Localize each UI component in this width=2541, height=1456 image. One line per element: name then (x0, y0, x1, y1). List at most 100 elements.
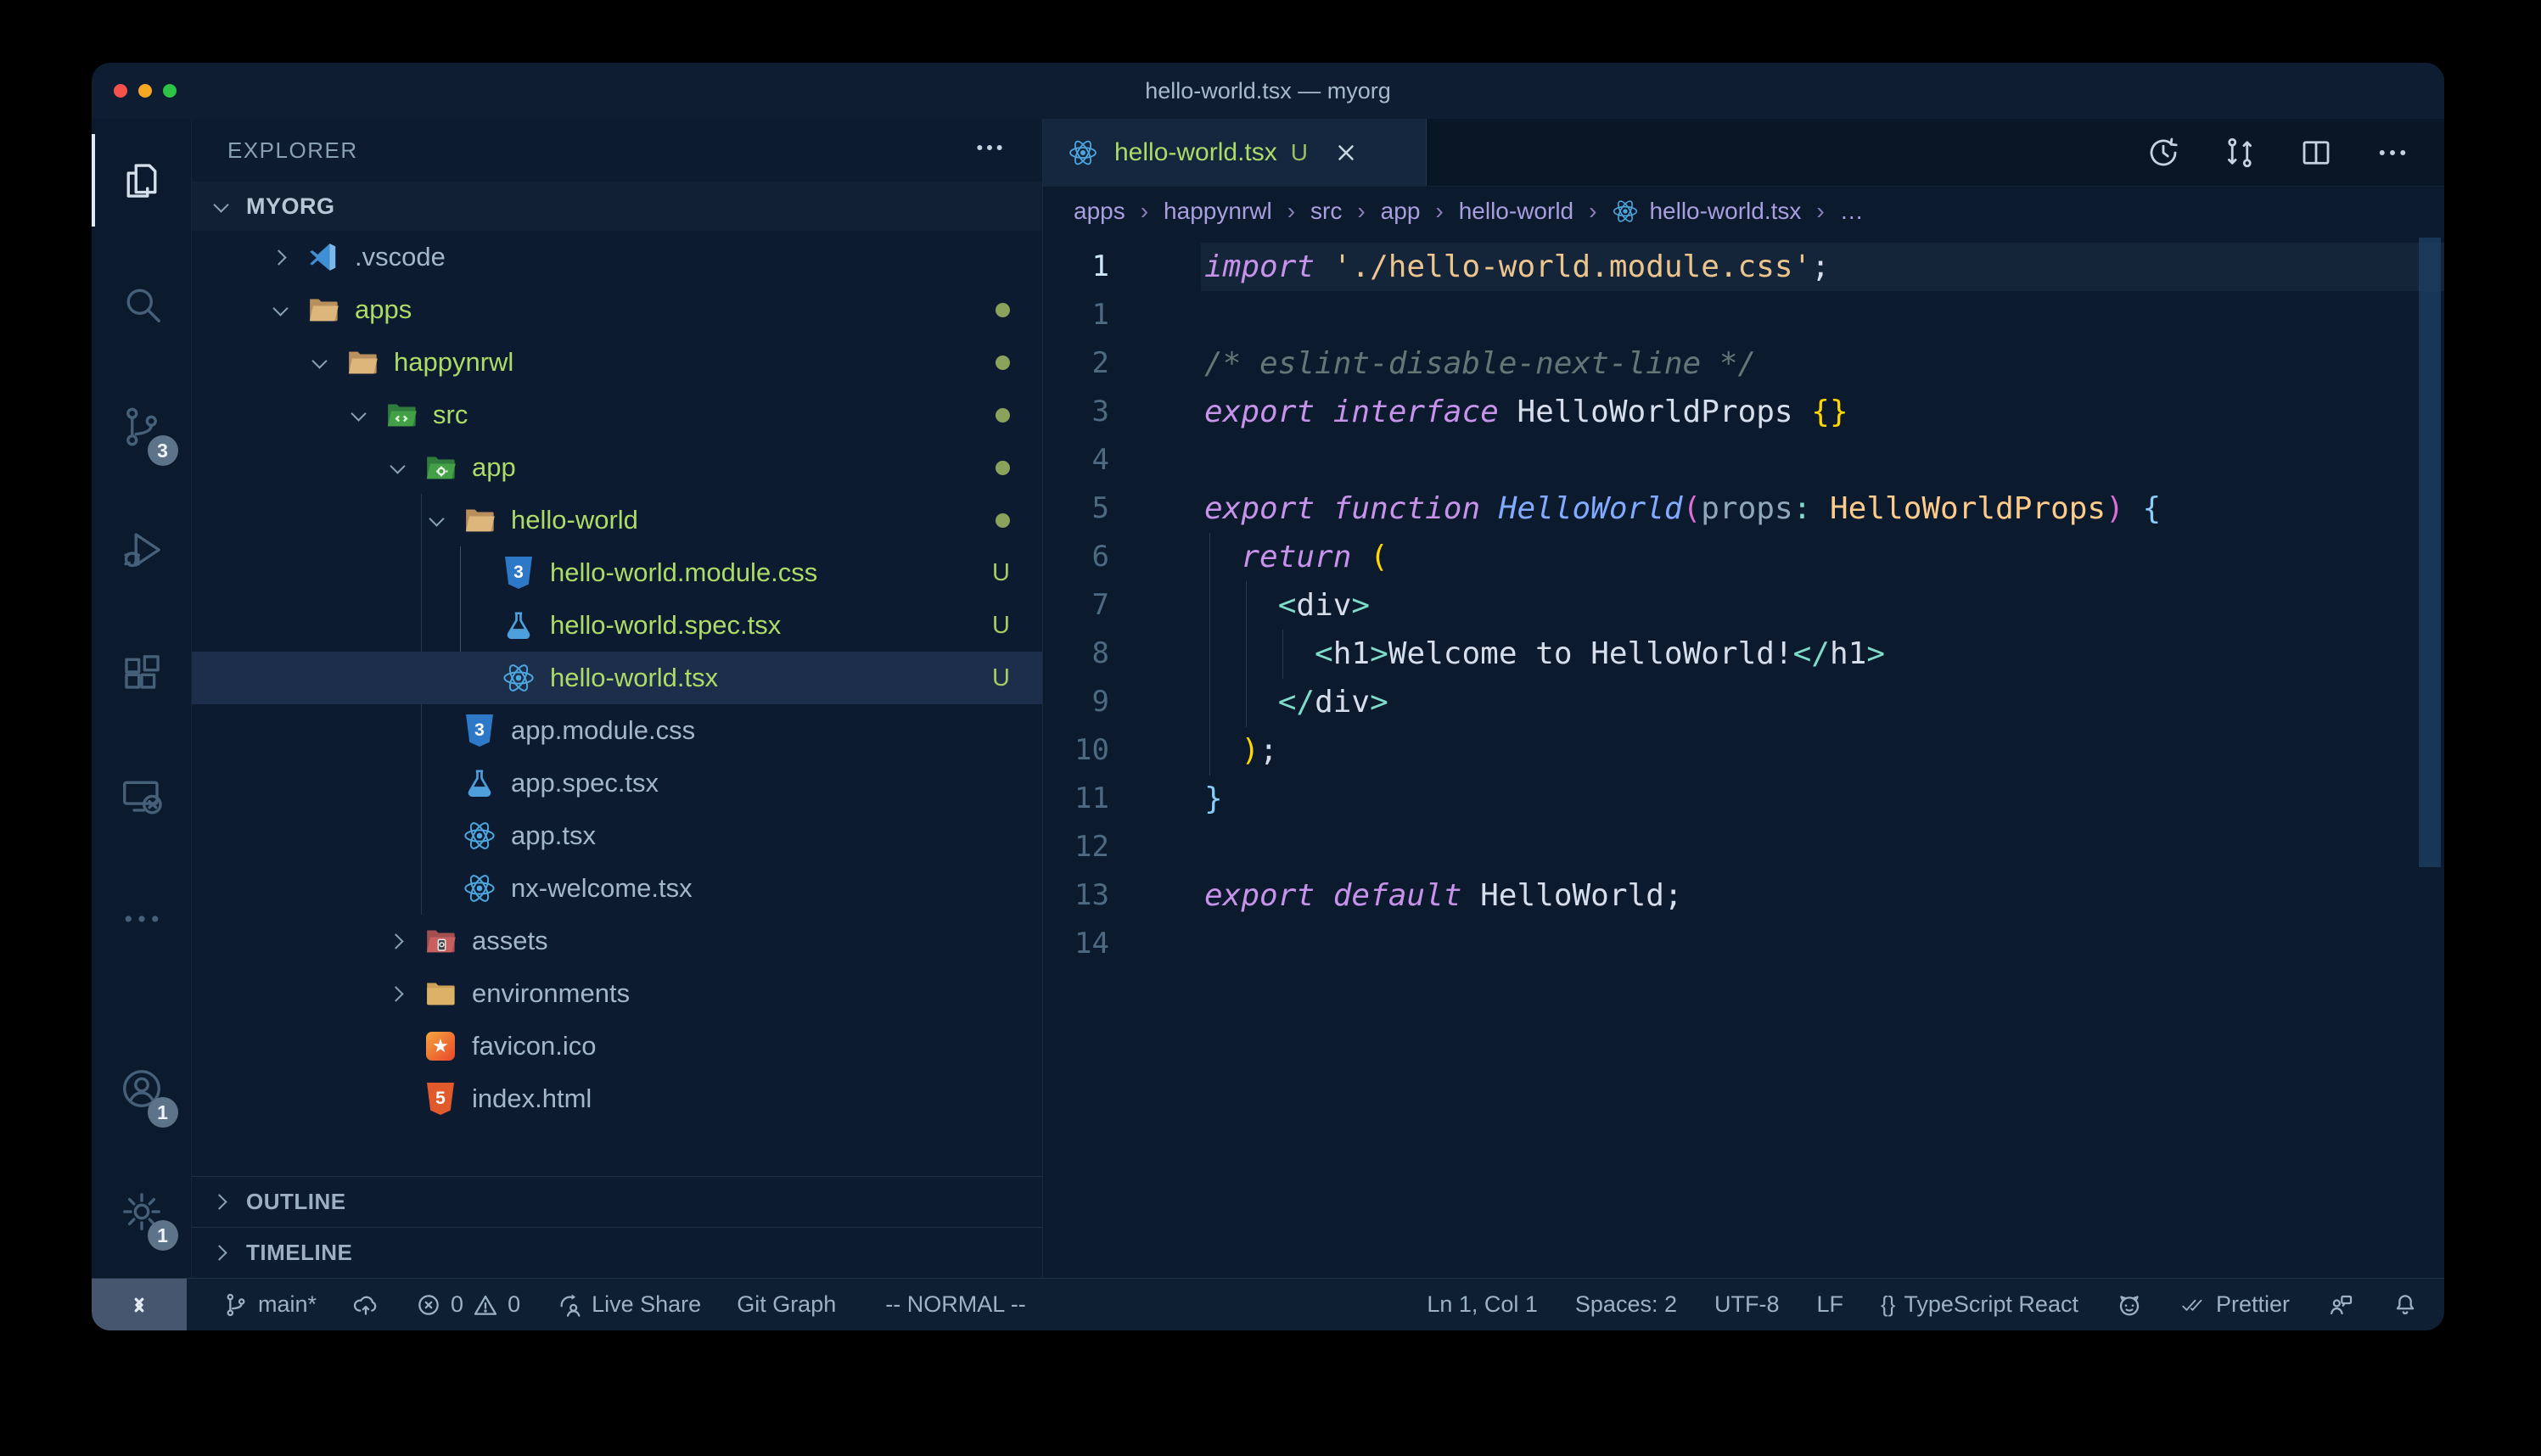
tree-item-app-module-css[interactable]: 3 app.module.css (192, 704, 1042, 757)
close-tab-button[interactable] (1333, 140, 1359, 165)
tree-item-label: hello-world (511, 505, 638, 535)
git-modified-dot-badge (996, 303, 1010, 317)
git-modified-dot-badge (996, 513, 1010, 528)
tree-item-src-folder[interactable]: src (192, 389, 1042, 441)
code-line[interactable]: 9 </div> (1043, 678, 2444, 726)
activity-remote-explorer[interactable] (92, 734, 192, 857)
code-line[interactable]: 5export function HelloWorld(props: Hello… (1043, 484, 2444, 533)
activity-more[interactable] (92, 857, 192, 980)
notifications-button[interactable] (2392, 1291, 2419, 1319)
zoom-window-button[interactable] (163, 84, 177, 98)
remote-indicator[interactable] (92, 1279, 187, 1330)
code-line[interactable]: 4 (1043, 436, 2444, 484)
code-line[interactable]: 12 (1043, 823, 2444, 871)
react-file-icon (462, 871, 497, 906)
code-line[interactable]: 10 ); (1043, 726, 2444, 775)
breadcrumb-item[interactable]: app (1381, 198, 1459, 225)
close-window-button[interactable] (114, 84, 127, 98)
activity-extensions[interactable] (92, 611, 192, 734)
tree-item-hello-world-folder[interactable]: hello-world (192, 494, 1042, 546)
outline-section-header[interactable]: OUTLINE (192, 1176, 1042, 1227)
activity-run-debug[interactable] (92, 488, 192, 611)
tree-item-app-folder[interactable]: app (192, 441, 1042, 494)
github-status[interactable] (2116, 1291, 2143, 1319)
breadcrumb-item[interactable]: src (1310, 198, 1381, 225)
timeline-section-header[interactable]: TIMELINE (192, 1227, 1042, 1278)
cursor-position[interactable]: Ln 1, Col 1 (1427, 1291, 1538, 1318)
tree-item-nx-welcome-tsx[interactable]: nx-welcome.tsx (192, 862, 1042, 915)
close-icon (1333, 140, 1359, 165)
problems-status[interactable]: 0 0 (415, 1291, 520, 1319)
breadcrumb-item[interactable]: hello-world.tsx (1649, 198, 1839, 225)
minimize-window-button[interactable] (138, 84, 152, 98)
code-text: export default HelloWorld; (1204, 871, 1683, 920)
more-actions-icon[interactable] (2375, 135, 2410, 171)
react-file-icon (1065, 135, 1101, 171)
code-text: <div> (1204, 581, 1370, 630)
git-branch-status[interactable]: main* (222, 1291, 317, 1319)
tree-item-app-spec-tsx[interactable]: app.spec.tsx (192, 757, 1042, 809)
activity-search[interactable] (92, 242, 192, 365)
live-share-button[interactable]: Live Share (556, 1291, 701, 1319)
code-line[interactable]: 6 return ( (1043, 533, 2444, 581)
feedback-button[interactable] (2327, 1291, 2354, 1319)
title-bar: hello-world.tsx — myorg (92, 63, 2444, 119)
split-editor-icon[interactable] (2298, 135, 2334, 171)
breadcrumb-item[interactable]: apps (1074, 198, 1164, 225)
workspace-root-label: MYORG (246, 193, 335, 220)
chevron-right-icon (389, 988, 423, 1000)
code-line[interactable]: 14 (1043, 920, 2444, 968)
branch-label: main* (258, 1291, 317, 1318)
tree-item-vscode-folder[interactable]: .vscode (192, 231, 1042, 283)
activity-source-control[interactable]: 3 (92, 365, 192, 488)
explorer-more-actions-button[interactable] (973, 131, 1007, 171)
tree-item-happynrwl-folder[interactable]: happynrwl (192, 336, 1042, 389)
code-line[interactable]: 11} (1043, 775, 2444, 823)
line-number: 6 (1043, 533, 1204, 581)
tree-item-app-tsx[interactable]: app.tsx (192, 809, 1042, 862)
open-changes-icon[interactable] (2222, 135, 2258, 171)
vscode-folder-icon (306, 239, 341, 275)
git-graph-button[interactable]: Git Graph (737, 1291, 836, 1318)
code-line[interactable]: 13export default HelloWorld; (1043, 871, 2444, 920)
code-line[interactable]: 7 <div> (1043, 581, 2444, 630)
breadcrumb-item[interactable]: hello-world (1459, 198, 1613, 225)
sync-changes-button[interactable] (352, 1291, 379, 1319)
timeline-history-icon[interactable] (2146, 135, 2181, 171)
git-modified-dot-badge (996, 408, 1010, 423)
tree-item-assets-folder[interactable]: assets (192, 915, 1042, 967)
prettier-status[interactable]: Prettier (2180, 1291, 2290, 1319)
language-mode[interactable]: {} TypeScript React (1881, 1291, 2078, 1318)
code-line[interactable]: 1 (1043, 291, 2444, 339)
tab-hello-world-tsx[interactable]: hello-world.tsx U (1043, 119, 1427, 186)
code-line[interactable]: 2/* eslint-disable-next-line */ (1043, 339, 2444, 388)
breadcrumb-item[interactable]: happynrwl (1164, 198, 1310, 225)
braces-icon: {} (1881, 1291, 1895, 1318)
eol-setting[interactable]: LF (1816, 1291, 1843, 1318)
tree-item-apps-folder[interactable]: apps (192, 283, 1042, 336)
activity-accounts[interactable]: 1 (92, 1027, 192, 1150)
indentation-setting[interactable]: Spaces: 2 (1575, 1291, 1677, 1318)
tree-item-label: nx-welcome.tsx (511, 873, 693, 904)
code-line[interactable]: 8 <h1>Welcome to HelloWorld!</h1> (1043, 630, 2444, 678)
encoding-setting[interactable]: UTF-8 (1714, 1291, 1780, 1318)
code-line[interactable]: 1import './hello-world.module.css'; (1043, 243, 2444, 291)
vim-mode-indicator[interactable]: -- NORMAL -- (885, 1291, 1025, 1318)
editor-group: hello-world.tsx U apps happynrwl src (1042, 119, 2444, 1278)
tree-item-index-html[interactable]: 5 index.html (192, 1072, 1042, 1125)
breadcrumb-item[interactable]: … (1840, 198, 1864, 225)
workspace-root-myorg[interactable]: MYORG (192, 182, 1042, 231)
bracket-guide (1282, 630, 1283, 679)
tree-item-hello-world-module-css[interactable]: 3 hello-world.module.css U (192, 546, 1042, 599)
tree-item-environments-folder[interactable]: environments (192, 967, 1042, 1020)
tree-item-hello-world-tsx[interactable]: hello-world.tsx U (192, 652, 1042, 704)
tree-item-label: app.tsx (511, 820, 596, 851)
favicon-icon (423, 1028, 458, 1064)
activity-explorer[interactable] (92, 119, 192, 242)
activity-settings[interactable]: 1 (92, 1150, 192, 1273)
tree-item-favicon-ico[interactable]: favicon.ico (192, 1020, 1042, 1072)
code-editor[interactable]: 1import './hello-world.module.css';12/* … (1043, 236, 2444, 1278)
editor-scrollbar[interactable] (2419, 238, 2441, 867)
code-line[interactable]: 3export interface HelloWorldProps {} (1043, 388, 2444, 436)
tree-item-hello-world-spec-tsx[interactable]: hello-world.spec.tsx U (192, 599, 1042, 652)
